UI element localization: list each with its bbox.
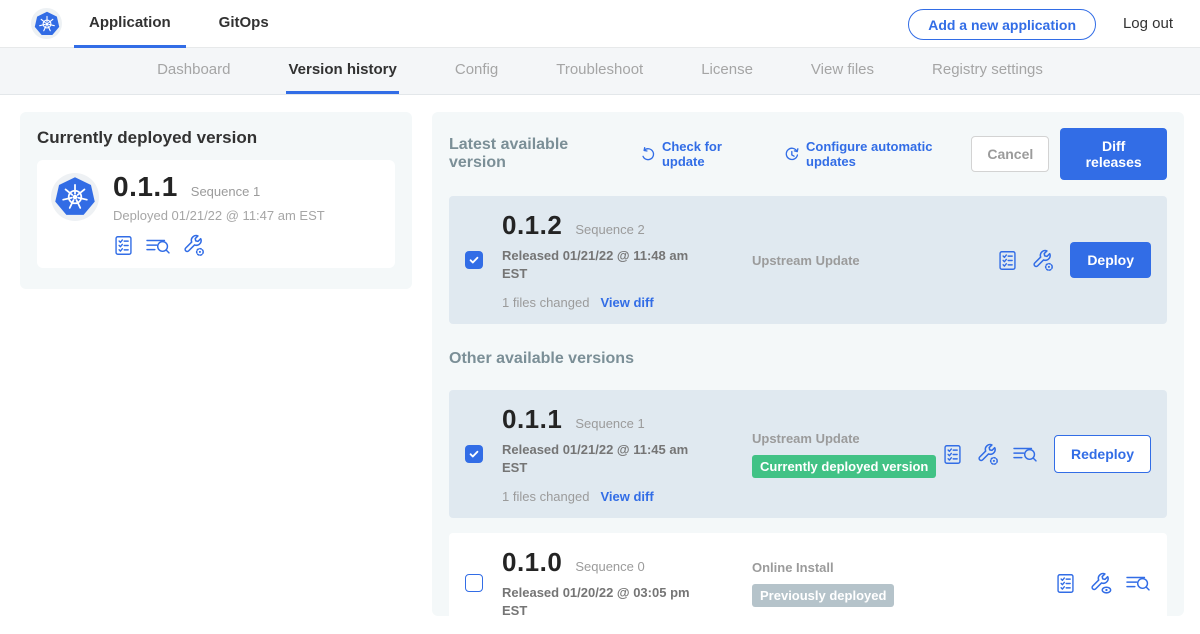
- version-number: 0.1.0: [502, 547, 562, 578]
- deployed-version-number: 0.1.1: [113, 171, 178, 203]
- deployed-timestamp: Deployed 01/21/22 @ 11:47 am EST: [113, 208, 325, 223]
- source-label: Online Install: [752, 560, 1055, 575]
- version-details: 0.1.1 Sequence 1 Released 01/21/22 @ 11:…: [502, 404, 702, 504]
- version-row-0-1-0: 0.1.0 Sequence 0 Released 01/20/22 @ 03:…: [449, 533, 1167, 633]
- version-actions: Deploy: [997, 242, 1151, 278]
- currently-deployed-badge: Currently deployed version: [752, 455, 936, 478]
- version-checkbox-0-1-0[interactable]: [465, 574, 483, 592]
- preflight-checklist-icon[interactable]: [997, 249, 1018, 272]
- sequence-label: Sequence 1: [575, 416, 644, 431]
- sequence-label: Sequence 2: [575, 222, 644, 237]
- app-window: Application GitOps Add a new application…: [0, 0, 1200, 634]
- available-versions-panel: Latest available version Check for updat…: [432, 112, 1184, 616]
- other-available-versions-title: Other available versions: [449, 350, 1167, 368]
- version-source: Upstream Update: [702, 253, 997, 268]
- configure-automatic-updates-link[interactable]: Configure automatic updates: [784, 139, 971, 169]
- deploy-logs-icon[interactable]: [145, 235, 171, 257]
- version-source: Online Install Previously deployed: [702, 560, 1055, 607]
- files-changed-label: 1 files changed: [502, 489, 589, 504]
- app-subnav: Dashboard Version history Config Trouble…: [0, 48, 1200, 95]
- version-details: 0.1.2 Sequence 2 Released 01/21/22 @ 11:…: [502, 210, 702, 310]
- version-source: Upstream Update Currently deployed versi…: [702, 431, 942, 478]
- view-logs-icon[interactable]: [1125, 572, 1151, 594]
- version-row-0-1-2: 0.1.2 Sequence 2 Released 01/21/22 @ 11:…: [449, 196, 1167, 324]
- subnav-item-troubleshoot[interactable]: Troubleshoot: [554, 48, 645, 94]
- deploy-logs-icon[interactable]: [1012, 443, 1038, 465]
- deployed-version-card: 0.1.1 Sequence 1 Deployed 01/21/22 @ 11:…: [37, 160, 395, 268]
- deploy-button[interactable]: Deploy: [1070, 242, 1151, 278]
- version-row-0-1-1: 0.1.1 Sequence 1 Released 01/21/22 @ 11:…: [449, 390, 1167, 518]
- add-new-application-button[interactable]: Add a new application: [908, 9, 1096, 40]
- logout-link[interactable]: Log out: [1123, 0, 1173, 48]
- released-timestamp: Released 01/20/22 @ 03:05 pm EST: [502, 584, 692, 619]
- latest-available-title: Latest available version: [449, 136, 615, 172]
- version-number: 0.1.2: [502, 210, 562, 241]
- subnav-item-registry-settings[interactable]: Registry settings: [930, 48, 1045, 94]
- source-label: Upstream Update: [752, 253, 997, 268]
- kubernetes-app-icon: [51, 173, 99, 221]
- deployed-action-icons: [113, 234, 325, 257]
- view-config-icon[interactable]: [1089, 572, 1112, 595]
- deployed-sequence-label: Sequence 1: [191, 184, 260, 199]
- version-checkbox-0-1-1[interactable]: [465, 445, 483, 463]
- sequence-label: Sequence 0: [575, 559, 644, 574]
- top-navbar: Application GitOps Add a new application…: [0, 0, 1200, 48]
- view-diff-link[interactable]: View diff: [600, 295, 653, 310]
- deployed-version-info: 0.1.1 Sequence 1 Deployed 01/21/22 @ 11:…: [113, 171, 325, 257]
- refresh-icon: [640, 146, 656, 163]
- preflight-checklist-icon[interactable]: [1055, 572, 1076, 595]
- subnav-item-version-history[interactable]: Version history: [286, 48, 398, 94]
- currently-deployed-title: Currently deployed version: [37, 128, 395, 148]
- released-timestamp: Released 01/21/22 @ 11:48 am EST: [502, 247, 692, 282]
- version-actions: Redeploy: [942, 435, 1151, 473]
- version-actions: [1055, 572, 1151, 595]
- previously-deployed-badge: Previously deployed: [752, 584, 894, 607]
- available-versions-header: Latest available version Check for updat…: [449, 128, 1167, 180]
- tab-application[interactable]: Application: [74, 0, 186, 48]
- source-label: Upstream Update: [752, 431, 942, 446]
- released-timestamp: Released 01/21/22 @ 11:45 am EST: [502, 441, 692, 476]
- schedule-update-icon: [784, 146, 800, 163]
- diff-releases-button[interactable]: Diff releases: [1060, 128, 1167, 180]
- redeploy-button[interactable]: Redeploy: [1054, 435, 1151, 473]
- tab-gitops[interactable]: GitOps: [204, 0, 284, 48]
- check-for-update-link[interactable]: Check for update: [640, 139, 759, 169]
- edit-config-icon[interactable]: [976, 443, 999, 466]
- subnav-item-view-files[interactable]: View files: [809, 48, 876, 94]
- view-diff-link[interactable]: View diff: [600, 489, 653, 504]
- topnav-tabs: Application GitOps: [74, 0, 302, 48]
- version-checkbox-0-1-2[interactable]: [465, 251, 483, 269]
- preflight-checklist-icon[interactable]: [113, 234, 134, 257]
- subnav-item-config[interactable]: Config: [453, 48, 500, 94]
- edit-config-icon[interactable]: [1031, 249, 1054, 272]
- cancel-button[interactable]: Cancel: [971, 136, 1049, 172]
- edit-config-icon[interactable]: [182, 234, 205, 257]
- kubernetes-logo-icon: [31, 8, 62, 39]
- files-changed-label: 1 files changed: [502, 295, 589, 310]
- subnav-item-dashboard[interactable]: Dashboard: [155, 48, 232, 94]
- currently-deployed-card: Currently deployed version 0.1.1 Sequenc…: [20, 112, 412, 289]
- version-details: 0.1.0 Sequence 0 Released 01/20/22 @ 03:…: [502, 547, 702, 619]
- preflight-checklist-icon[interactable]: [942, 443, 963, 466]
- subnav-item-license[interactable]: License: [699, 48, 755, 94]
- version-number: 0.1.1: [502, 404, 562, 435]
